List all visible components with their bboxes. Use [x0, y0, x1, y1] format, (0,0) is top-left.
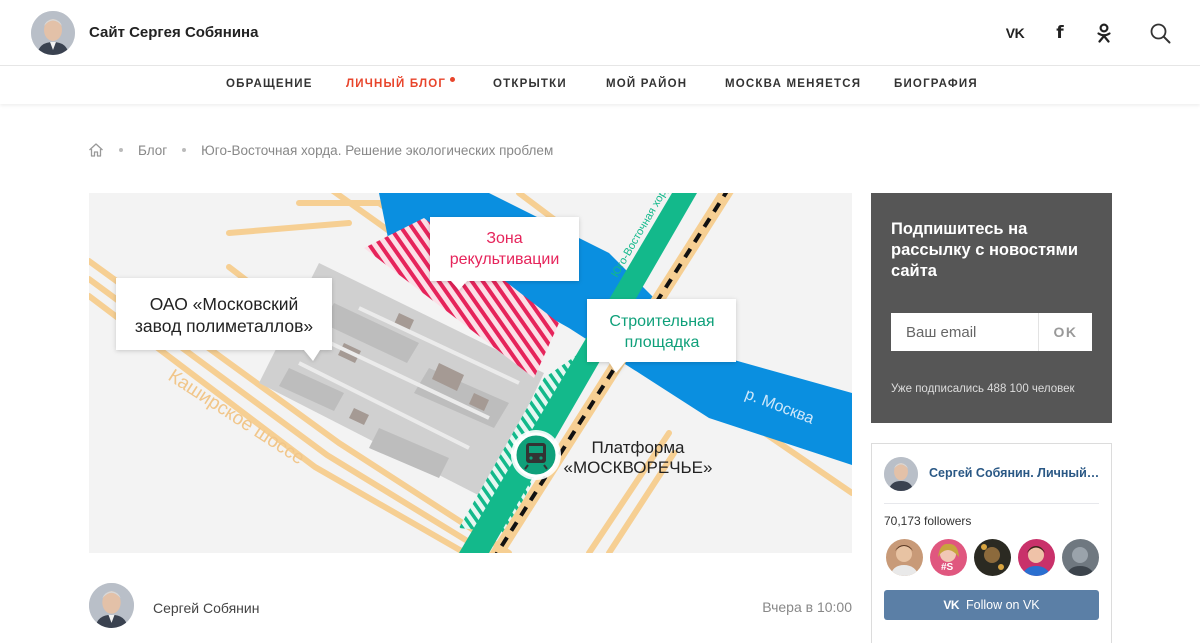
map-label-construction-line1: Строительная	[609, 313, 714, 330]
breadcrumb-current: Юго-Восточная хорда. Решение экологическ…	[201, 142, 554, 158]
vk-follower-avatar[interactable]	[974, 539, 1011, 576]
vk-icon: VK	[943, 598, 959, 612]
author-name[interactable]: Сергей Собянин	[153, 600, 259, 616]
vk-divider	[884, 503, 1099, 504]
site-logo-avatar[interactable]	[31, 11, 75, 55]
post-time: Вчера в 10:00	[762, 599, 852, 615]
home-icon[interactable]	[88, 142, 104, 158]
breadcrumb-separator	[119, 148, 123, 152]
map-label-construction-line2: площадка	[625, 334, 700, 351]
vk-follower-avatar[interactable]	[1062, 539, 1099, 576]
site-title[interactable]: Сайт Сергея Собянина	[89, 24, 258, 41]
vk-community-widget: Сергей Собянин. Личный блог 70,173 follo…	[871, 443, 1112, 643]
vk-community-name[interactable]: Сергей Собянин. Личный блог	[929, 466, 1101, 480]
facebook-icon[interactable]: f	[1049, 22, 1071, 44]
map-label-zone-line2: рекультивации	[450, 251, 560, 268]
article-hero-map: Каширское шоссе р. Москва Юго-Восточная …	[89, 193, 852, 553]
subscribe-title: Подпишитесь на рассылку с новостями сайт…	[891, 220, 1079, 280]
nav-item-moscow-changes[interactable]: МОСКВА МЕНЯЕТСЯ	[725, 78, 861, 90]
breadcrumb: Блог Юго-Восточная хорда. Решение эколог…	[88, 141, 553, 159]
nav-item-biography[interactable]: БИОГРАФИЯ	[894, 78, 978, 90]
nav-item-appeal[interactable]: ОБРАЩЕНИЕ	[226, 78, 313, 90]
search-icon[interactable]	[1149, 22, 1171, 44]
vk-community-avatar[interactable]	[884, 457, 918, 491]
nav-item-my-district[interactable]: МОЙ РАЙОН	[606, 78, 687, 90]
nav-item-postcards[interactable]: ОТКРЫТКИ	[493, 78, 567, 90]
vk-icon[interactable]: VK	[1004, 22, 1026, 44]
breadcrumb-blog-link[interactable]: Блог	[138, 143, 167, 158]
map-label-zone-line1: Зона	[486, 230, 522, 247]
subscribe-ok-button[interactable]: OK	[1038, 313, 1092, 351]
vk-follower-avatar[interactable]: #S	[930, 539, 967, 576]
nav-item-label: ЛИЧНЫЙ БЛОГ	[346, 78, 447, 90]
email-input[interactable]	[891, 313, 1038, 351]
vk-follow-label: Follow on VK	[966, 598, 1040, 612]
main-nav: ОБРАЩЕНИЕ ЛИЧНЫЙ БЛОГ ОТКРЫТКИ МОЙ РАЙОН…	[0, 66, 1200, 104]
vk-follow-button[interactable]: VK Follow on VK	[884, 590, 1099, 620]
map-label-factory-line1: ОАО «Московский	[150, 294, 299, 314]
vk-follower-avatar[interactable]	[1018, 539, 1055, 576]
newsletter-subscribe-box: Подпишитесь на рассылку с новостями сайт…	[871, 193, 1112, 423]
site-header: Сайт Сергея Собянина VK f	[0, 0, 1200, 66]
article-author-row: Сергей Собянин Вчера в 10:00	[89, 583, 852, 629]
subscriber-count: Уже подписались 488 100 человек	[891, 383, 1075, 395]
map-label-factory-line2: завод полиметаллов»	[135, 316, 313, 336]
active-indicator-dot	[450, 77, 456, 82]
breadcrumb-separator	[182, 148, 187, 152]
nav-item-personal-blog[interactable]: ЛИЧНЫЙ БЛОГ	[346, 77, 456, 90]
vk-follower-avatar[interactable]	[886, 539, 923, 576]
map-illustration: Каширское шоссе р. Москва Юго-Восточная …	[89, 193, 852, 553]
map-label-platform-line2: «МОСКВОРЕЧЬЕ»	[564, 458, 713, 477]
odnoklassniki-icon[interactable]	[1093, 22, 1115, 44]
author-avatar[interactable]	[89, 583, 134, 628]
vk-followers-count: 70,173 followers	[884, 514, 972, 528]
svg-text:#S: #S	[941, 562, 954, 573]
map-label-platform-line1: Платформа	[591, 438, 685, 457]
